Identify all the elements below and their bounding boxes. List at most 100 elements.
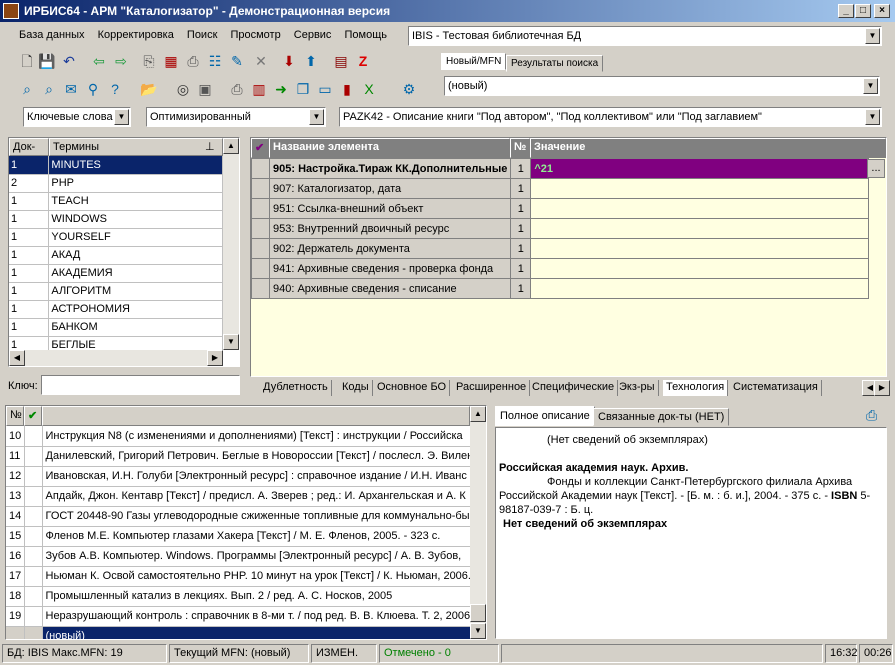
edit-icon[interactable]: ✎ [228, 52, 246, 70]
table-row[interactable]: 19 Неразрушающий контроль : справочник в … [6, 606, 471, 627]
element-row[interactable]: 907: Каталогизатор, дата 1 [251, 178, 870, 199]
terms-header-terms[interactable]: Термины [49, 138, 223, 156]
tab-new-mfn[interactable]: Новый/MFN [441, 53, 507, 70]
element-value[interactable] [530, 278, 870, 299]
worksheet-select[interactable]: PAZK42 - Описание книги "Под автором", "… [339, 107, 882, 127]
chevron-down-icon[interactable]: ▼ [114, 109, 129, 125]
chevron-down-icon[interactable]: ▼ [863, 78, 878, 94]
record-check[interactable] [24, 486, 43, 507]
copy-icon[interactable]: ⎘ [140, 52, 158, 70]
record-check[interactable] [24, 546, 43, 567]
tab-0[interactable]: Дублетность [260, 380, 332, 396]
check-icon[interactable]: ✔ [251, 138, 269, 158]
element-row[interactable]: 902: Держатель документа 1 [251, 238, 870, 259]
table-row[interactable]: 1 АСТРОНОМИЯ [9, 300, 223, 319]
records-header-title[interactable] [42, 406, 470, 426]
element-row[interactable]: 953: Внутренний двоичный ресурс 1 [251, 218, 870, 239]
table-row[interactable]: 1 БАНКОМ [9, 318, 223, 337]
binoculars-icon[interactable]: ◎ [174, 80, 192, 98]
table-row[interactable]: 1 АЛГОРИТМ [9, 282, 223, 301]
table-row[interactable]: 1 MINUTES [9, 156, 223, 175]
terms-scrollbar[interactable]: ▲ ▼ [223, 138, 239, 350]
menu-database[interactable]: База данных [14, 26, 90, 44]
undo-icon[interactable]: ↶ [60, 52, 78, 70]
record-check[interactable] [24, 446, 43, 467]
mail-icon[interactable]: ✉ [62, 80, 80, 98]
z3950-icon[interactable]: Z [354, 52, 372, 70]
record-check[interactable] [24, 506, 43, 527]
element-row[interactable]: 940: Архивные сведения - списание 1 [251, 278, 870, 299]
tab-3[interactable]: Расширенное [453, 380, 531, 396]
records-scrollbar[interactable]: ▲ ▼ [470, 406, 486, 639]
menu-edit[interactable]: Корректировка [93, 26, 179, 44]
element-row[interactable]: 905: Настройка.Тираж КК.Дополнительные 1 ^… [251, 158, 870, 179]
chevron-down-icon[interactable]: ▼ [865, 109, 880, 125]
minimize-button[interactable]: _ [838, 4, 854, 18]
forward-icon[interactable]: ➜ [272, 80, 290, 98]
pin-icon[interactable]: ⊥ [205, 140, 215, 153]
next-record-icon[interactable]: ⇨ [112, 52, 130, 70]
excel-icon[interactable]: X [360, 80, 378, 98]
doc-icon[interactable]: ▭ [316, 80, 334, 98]
tabs-scroll-right-icon[interactable]: ▶ [874, 380, 890, 396]
scroll-down-icon[interactable]: ▼ [223, 334, 239, 350]
ellipsis-button[interactable]: ... [867, 159, 885, 178]
tab-5[interactable]: Экз-ры [616, 380, 659, 396]
element-value[interactable] [530, 238, 870, 259]
elements-header-num[interactable]: № [510, 138, 530, 158]
scroll-left-icon[interactable]: ◀ [9, 350, 25, 366]
scroll-down-icon[interactable]: ▼ [470, 623, 486, 639]
menu-help[interactable]: Помощь [340, 26, 393, 44]
archive-icon[interactable]: ▣ [196, 80, 214, 98]
element-value[interactable] [530, 258, 870, 279]
record-check[interactable] [24, 586, 43, 607]
element-row[interactable]: 941: Архивные сведения - проверка фонда 1 [251, 258, 870, 279]
chevron-down-icon[interactable]: ▼ [309, 109, 324, 125]
table-row[interactable]: 1 TEACH [9, 192, 223, 211]
tab-7[interactable]: Систематизация [730, 380, 822, 396]
table-row[interactable]: 17 Ньюман К. Освой самостоятельно PHP. 10… [6, 566, 471, 587]
record-check[interactable] [24, 606, 43, 627]
table-row[interactable]: 16 Зубов А.В. Компьютер. Windows. Програм… [6, 546, 471, 567]
table-row[interactable]: 2 PHP [9, 174, 223, 193]
terms-hscrollbar[interactable]: ◀ ▶ [9, 350, 223, 366]
maximize-button[interactable]: □ [855, 4, 871, 18]
print-icon[interactable]: ⎙ [866, 407, 877, 424]
worksheet-mode-select[interactable]: Оптимизированный ▼ [146, 107, 326, 127]
import-icon[interactable]: ⬇ [280, 52, 298, 70]
elements-header-value[interactable]: Значение [530, 138, 886, 158]
terms-header-docs[interactable]: Док-ов [9, 138, 49, 165]
tab-full-description[interactable]: Полное описание [495, 406, 595, 426]
scroll-right-icon[interactable]: ▶ [207, 350, 223, 366]
pages-icon[interactable]: ❐ [294, 80, 312, 98]
record-check[interactable] [24, 466, 43, 487]
element-value[interactable] [530, 198, 870, 219]
grid-icon[interactable]: ▦ [162, 52, 180, 70]
menu-view[interactable]: Просмотр [225, 26, 285, 44]
record-check[interactable] [24, 566, 43, 587]
prev-record-icon[interactable]: ⇦ [90, 52, 108, 70]
close-button[interactable]: × [874, 4, 890, 18]
query-icon[interactable]: ? [106, 80, 124, 98]
save-icon[interactable]: 💾 [38, 52, 56, 70]
menu-service[interactable]: Сервис [289, 26, 337, 44]
table-row[interactable]: 10 Инструкция N8 (с изменениями и дополне… [6, 426, 471, 447]
scroll-up-icon[interactable]: ▲ [223, 138, 239, 154]
record-check[interactable] [24, 426, 43, 447]
export-icon[interactable]: ⬆ [302, 52, 320, 70]
element-value[interactable]: ^21 [530, 158, 870, 179]
tab-4[interactable]: Специфические [529, 380, 619, 396]
key-input[interactable] [41, 375, 240, 395]
table-row[interactable]: 1 АКАДЕМИЯ [9, 264, 223, 283]
delete-icon[interactable]: ✕ [252, 52, 270, 70]
search-mode-select[interactable]: Ключевые слова ▼ [23, 107, 131, 127]
print-icon[interactable]: ⎙ [184, 52, 202, 70]
menu-search[interactable]: Поиск [182, 26, 222, 44]
records-header-num[interactable]: № [6, 406, 24, 426]
table-row[interactable]: 1 WINDOWS [9, 210, 223, 229]
table-row[interactable]: 13 Апдайк, Джон. Кентавр [Текст] / предис… [6, 486, 471, 507]
scroll-up-icon[interactable]: ▲ [470, 406, 486, 422]
table-row-new[interactable]: (новый) [6, 626, 471, 639]
scroll-thumb[interactable] [470, 604, 486, 622]
tab-2[interactable]: Основное БО [374, 380, 451, 396]
